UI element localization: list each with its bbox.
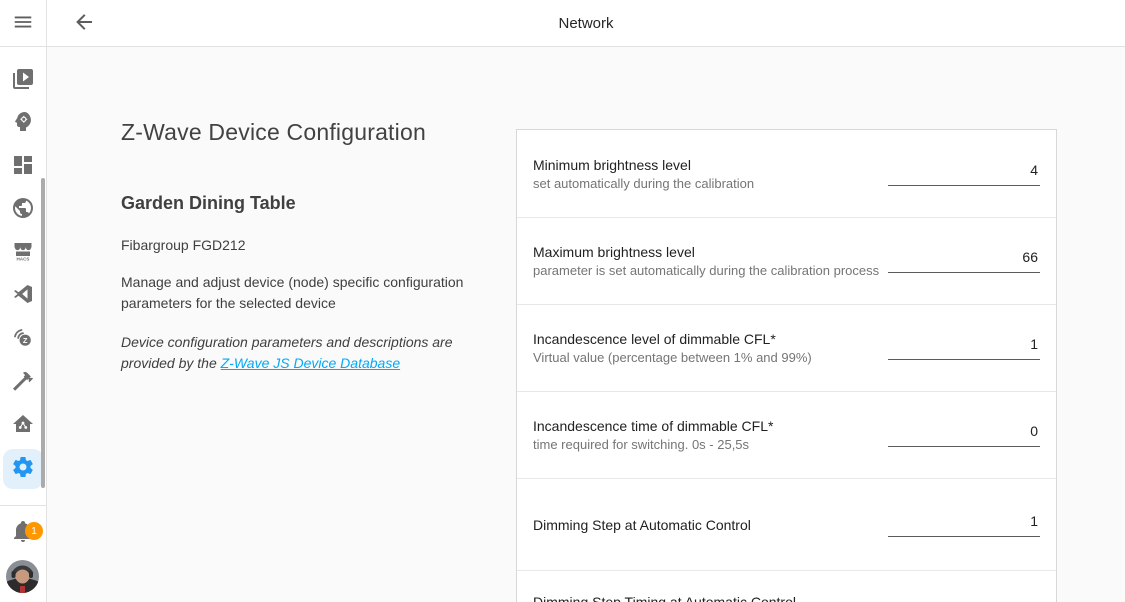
param-input-incandescence-time[interactable] [888, 423, 1040, 447]
sidebar-item-hacs[interactable]: HACS [3, 233, 43, 273]
notifications-button[interactable]: 1 [3, 513, 43, 553]
page-header-title: Network [47, 15, 1125, 32]
param-row-dimming-step-timing: Dimming Step Timing at Automatic Control [517, 570, 1056, 602]
device-note: Device configuration parameters and desc… [121, 332, 499, 374]
param-description: set automatically during the calibration [533, 175, 885, 192]
device-info: Garden Dining Table Fibargroup FGD212 Ma… [121, 193, 499, 374]
dashboard-icon [11, 153, 35, 182]
sidebar-scrollbar-thumb[interactable] [41, 178, 45, 488]
param-label: Dimming Step Timing at Automatic Control [533, 593, 885, 602]
param-label: Maximum brightness level [533, 243, 885, 261]
media-play-box-icon [11, 67, 35, 96]
param-row-dimming-step: Dimming Step at Automatic Control [517, 478, 1056, 570]
sidebar-divider [0, 505, 46, 506]
sidebar-item-dashboard[interactable] [3, 147, 43, 187]
param-input-min-brightness[interactable] [888, 162, 1040, 186]
param-text: Dimming Step at Automatic Control [533, 516, 885, 534]
main-content: Z-Wave Device Configuration Garden Dinin… [47, 47, 1125, 602]
z-wave-signal-icon: Z [11, 326, 35, 355]
sidebar: HACS Z [0, 0, 47, 602]
param-label: Incandescence level of dimmable CFL* [533, 330, 885, 348]
settings-gear-icon [11, 455, 35, 484]
hammer-icon [11, 369, 35, 398]
home-network-icon [11, 412, 35, 441]
param-description: time required for switching. 0s - 25,5s [533, 436, 885, 453]
param-input-dimming-step[interactable] [888, 513, 1040, 537]
param-label: Incandescence time of dimmable CFL* [533, 417, 885, 435]
page-title: Z-Wave Device Configuration [121, 119, 426, 146]
topbar: Network [47, 0, 1125, 47]
hacs-label: HACS [16, 256, 29, 261]
param-text: Maximum brightness level parameter is se… [533, 243, 885, 279]
param-label: Dimming Step at Automatic Control [533, 516, 885, 534]
globe-icon [11, 196, 35, 225]
param-description: parameter is set automatically during th… [533, 262, 885, 279]
param-text: Dimming Step Timing at Automatic Control [533, 593, 885, 602]
head-gear-icon [11, 110, 35, 139]
device-description: Manage and adjust device (node) specific… [121, 272, 499, 314]
parameters-panel: Minimum brightness level set automatical… [516, 129, 1057, 602]
sidebar-item-settings[interactable] [3, 449, 43, 489]
sidebar-item-media[interactable] [3, 61, 43, 101]
sidebar-item-vscode[interactable] [3, 276, 43, 316]
zwave-db-link[interactable]: Z-Wave JS Device Database [221, 355, 400, 371]
sidebar-item-world[interactable] [3, 190, 43, 230]
notification-badge: 1 [25, 522, 43, 540]
param-label: Minimum brightness level [533, 156, 885, 174]
hacs-store-icon: HACS [11, 239, 35, 268]
param-input-incandescence-level[interactable] [888, 336, 1040, 360]
param-text: Minimum brightness level set automatical… [533, 156, 885, 192]
sidebar-item-zwave[interactable]: Z [3, 320, 43, 360]
zwave-letter: Z [23, 335, 28, 344]
param-row-incandescence-level: Incandescence level of dimmable CFL* Vir… [517, 304, 1056, 391]
sidebar-item-assist[interactable] [3, 104, 43, 144]
param-text: Incandescence level of dimmable CFL* Vir… [533, 330, 885, 366]
sidebar-item-home-network[interactable] [3, 406, 43, 446]
param-row-min-brightness: Minimum brightness level set automatical… [517, 130, 1056, 217]
param-description: Virtual value (percentage between 1% and… [533, 349, 885, 366]
param-row-max-brightness: Maximum brightness level parameter is se… [517, 217, 1056, 304]
hamburger-menu-icon [12, 11, 34, 36]
device-model: Fibargroup FGD212 [121, 237, 499, 253]
vscode-icon [11, 282, 35, 311]
sidebar-item-developer-tools[interactable] [3, 363, 43, 403]
param-input-max-brightness[interactable] [888, 249, 1040, 273]
param-text: Incandescence time of dimmable CFL* time… [533, 417, 885, 453]
device-name: Garden Dining Table [121, 193, 499, 214]
param-input-dimming-step-timing[interactable] [888, 593, 1040, 602]
param-row-incandescence-time: Incandescence time of dimmable CFL* time… [517, 391, 1056, 478]
sidebar-header [0, 0, 46, 47]
avatar[interactable] [6, 560, 39, 593]
hamburger-menu-button[interactable] [12, 11, 34, 36]
